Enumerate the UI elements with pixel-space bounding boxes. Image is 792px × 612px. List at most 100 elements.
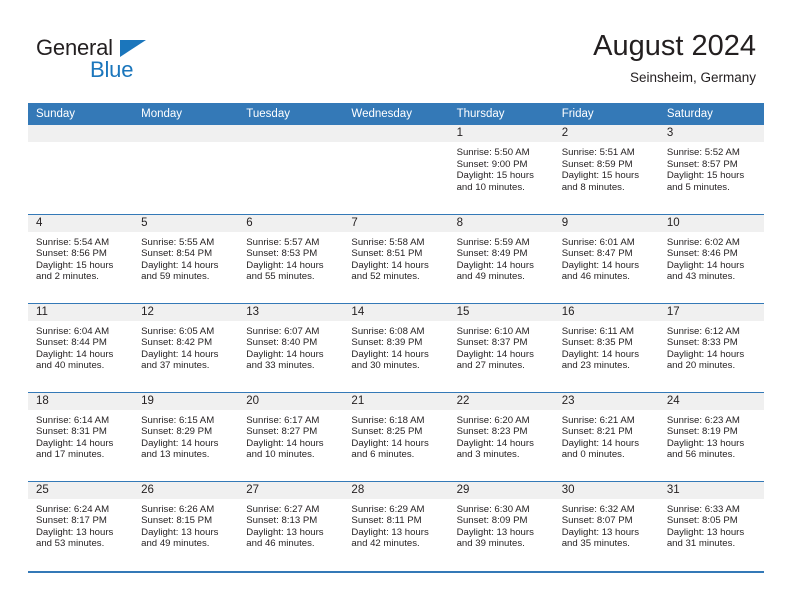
daylight-text-line1: Daylight: 13 hours: [141, 526, 219, 538]
day-cell[interactable]: 3 Sunrise: 5:52 AM Sunset: 8:57 PM Dayli…: [658, 125, 764, 214]
day-number: 23: [553, 392, 659, 410]
sunset-text: Sunset: 8:49 PM: [456, 248, 528, 260]
daylight-text-line2: and 56 minutes.: [666, 449, 736, 461]
day-cell[interactable]: 21 Sunrise: 6:18 AM Sunset: 8:25 PM Dayl…: [343, 391, 449, 481]
daylight-text-line1: Daylight: 14 hours: [351, 437, 429, 449]
daylight-text-line2: and 33 minutes.: [246, 360, 315, 372]
day-cell[interactable]: 9 Sunrise: 6:01 AM Sunset: 8:47 PM Dayli…: [553, 213, 659, 303]
weekday-header-tuesday: Tuesday: [238, 103, 344, 125]
day-cell[interactable]: 18 Sunrise: 6:14 AM Sunset: 8:31 PM Dayl…: [28, 391, 134, 481]
sunset-text: Sunset: 8:19 PM: [666, 426, 738, 438]
day-cell[interactable]: 30 Sunrise: 6:32 AM Sunset: 8:07 PM Dayl…: [553, 480, 659, 570]
sunrise-text: Sunrise: 6:15 AM: [141, 414, 215, 426]
sunset-text: Sunset: 8:21 PM: [561, 426, 633, 438]
day-number: 16: [553, 303, 659, 321]
day-cell[interactable]: 19 Sunrise: 6:15 AM Sunset: 8:29 PM Dayl…: [133, 391, 239, 481]
day-cell[interactable]: 13 Sunrise: 6:07 AM Sunset: 8:40 PM Dayl…: [238, 302, 344, 392]
day-cell[interactable]: 22 Sunrise: 6:20 AM Sunset: 8:23 PM Dayl…: [448, 391, 554, 481]
calendar-week-row: 4 Sunrise: 5:54 AM Sunset: 8:56 PM Dayli…: [28, 213, 764, 303]
day-cell[interactable]: 7 Sunrise: 5:58 AM Sunset: 8:51 PM Dayli…: [343, 213, 449, 303]
day-cell[interactable]: 26 Sunrise: 6:26 AM Sunset: 8:15 PM Dayl…: [133, 480, 239, 570]
day-cell[interactable]: 29 Sunrise: 6:30 AM Sunset: 8:09 PM Dayl…: [448, 480, 554, 570]
day-number: 29: [448, 481, 554, 499]
day-number: 25: [28, 481, 134, 499]
day-details: Sunrise: 6:14 AM Sunset: 8:31 PM Dayligh…: [28, 410, 133, 461]
weekday-header-thursday: Thursday: [448, 103, 554, 125]
day-cell[interactable]: 12 Sunrise: 6:05 AM Sunset: 8:42 PM Dayl…: [133, 302, 239, 392]
day-cell[interactable]: 17 Sunrise: 6:12 AM Sunset: 8:33 PM Dayl…: [658, 302, 764, 392]
general-blue-logo: General Blue: [36, 36, 176, 84]
sunset-text: Sunset: 8:51 PM: [351, 248, 423, 260]
daylight-text-line2: and 13 minutes.: [141, 449, 210, 461]
day-details: Sunrise: 6:15 AM Sunset: 8:29 PM Dayligh…: [133, 410, 238, 461]
day-details: Sunrise: 5:57 AM Sunset: 8:53 PM Dayligh…: [238, 232, 343, 283]
sunset-text: Sunset: 9:00 PM: [456, 158, 528, 170]
daylight-text-line1: Daylight: 15 hours: [36, 259, 114, 271]
sunrise-text: Sunrise: 6:29 AM: [351, 503, 425, 515]
day-cell[interactable]: 2 Sunrise: 5:51 AM Sunset: 8:59 PM Dayli…: [553, 125, 659, 214]
daylight-text-line1: Daylight: 14 hours: [36, 348, 114, 360]
day-details: Sunrise: 6:02 AM Sunset: 8:46 PM Dayligh…: [659, 232, 764, 283]
day-number: 6: [238, 214, 344, 232]
daylight-text-line2: and 49 minutes.: [456, 271, 525, 283]
weekday-header-sunday: Sunday: [28, 103, 134, 125]
day-cell[interactable]: 10 Sunrise: 6:02 AM Sunset: 8:46 PM Dayl…: [658, 213, 764, 303]
daylight-text-line2: and 40 minutes.: [36, 360, 105, 372]
day-number: 20: [238, 392, 344, 410]
day-cell[interactable]: 15 Sunrise: 6:10 AM Sunset: 8:37 PM Dayl…: [448, 302, 554, 392]
calendar-table: Sunday Monday Tuesday Wednesday Thursday…: [28, 103, 764, 570]
day-number: [238, 125, 344, 142]
day-number: 14: [343, 303, 449, 321]
sunrise-text: Sunrise: 6:33 AM: [666, 503, 740, 515]
day-cell[interactable]: 31 Sunrise: 6:33 AM Sunset: 8:05 PM Dayl…: [658, 480, 764, 570]
daylight-text-line1: Daylight: 14 hours: [141, 437, 219, 449]
sunrise-text: Sunrise: 6:11 AM: [561, 325, 635, 337]
daylight-text-line1: Daylight: 13 hours: [456, 526, 534, 538]
weekday-header-wednesday: Wednesday: [343, 103, 449, 125]
sunset-text: Sunset: 8:23 PM: [456, 426, 528, 438]
sunset-text: Sunset: 8:13 PM: [246, 515, 318, 527]
sunset-text: Sunset: 8:53 PM: [246, 248, 318, 260]
day-cell[interactable]: 27 Sunrise: 6:27 AM Sunset: 8:13 PM Dayl…: [238, 480, 344, 570]
daylight-text-line1: Daylight: 13 hours: [246, 526, 324, 538]
day-details: Sunrise: 6:18 AM Sunset: 8:25 PM Dayligh…: [343, 410, 448, 461]
day-cell[interactable]: 25 Sunrise: 6:24 AM Sunset: 8:17 PM Dayl…: [28, 480, 134, 570]
day-cell[interactable]: 23 Sunrise: 6:21 AM Sunset: 8:21 PM Dayl…: [553, 391, 659, 481]
day-number: 13: [238, 303, 344, 321]
day-cell[interactable]: 28 Sunrise: 6:29 AM Sunset: 8:11 PM Dayl…: [343, 480, 449, 570]
page-subtitle: Seinsheim, Germany: [629, 70, 756, 85]
sunset-text: Sunset: 8:31 PM: [36, 426, 107, 438]
day-cell[interactable]: 1 Sunrise: 5:50 AM Sunset: 9:00 PM Dayli…: [448, 125, 554, 214]
day-number: 1: [448, 125, 554, 142]
sunrise-text: Sunrise: 6:27 AM: [246, 503, 320, 515]
day-details: Sunrise: 6:30 AM Sunset: 8:09 PM Dayligh…: [449, 499, 554, 550]
day-details: Sunrise: 6:27 AM Sunset: 8:13 PM Dayligh…: [238, 499, 343, 550]
daylight-text-line1: Daylight: 15 hours: [666, 170, 745, 182]
daylight-text-line1: Daylight: 13 hours: [666, 526, 745, 538]
day-number: [133, 125, 239, 142]
daylight-text-line1: Daylight: 13 hours: [351, 526, 429, 538]
day-cell[interactable]: 24 Sunrise: 6:23 AM Sunset: 8:19 PM Dayl…: [658, 391, 764, 481]
calendar-body: 1 Sunrise: 5:50 AM Sunset: 9:00 PM Dayli…: [28, 125, 764, 570]
day-cell[interactable]: 4 Sunrise: 5:54 AM Sunset: 8:56 PM Dayli…: [28, 213, 134, 303]
day-cell[interactable]: 14 Sunrise: 6:08 AM Sunset: 8:39 PM Dayl…: [343, 302, 449, 392]
day-number: 5: [133, 214, 239, 232]
day-cell-empty: [133, 125, 239, 214]
day-cell[interactable]: 8 Sunrise: 5:59 AM Sunset: 8:49 PM Dayli…: [448, 213, 554, 303]
day-details: Sunrise: 6:23 AM Sunset: 8:19 PM Dayligh…: [659, 410, 764, 461]
sunset-text: Sunset: 8:07 PM: [561, 515, 633, 527]
day-number: 30: [553, 481, 659, 499]
sunrise-text: Sunrise: 6:18 AM: [351, 414, 425, 426]
sunrise-text: Sunrise: 6:32 AM: [561, 503, 635, 515]
day-cell[interactable]: 20 Sunrise: 6:17 AM Sunset: 8:27 PM Dayl…: [238, 391, 344, 481]
day-cell[interactable]: 16 Sunrise: 6:11 AM Sunset: 8:35 PM Dayl…: [553, 302, 659, 392]
day-details: Sunrise: 5:58 AM Sunset: 8:51 PM Dayligh…: [343, 232, 448, 283]
day-cell[interactable]: 6 Sunrise: 5:57 AM Sunset: 8:53 PM Dayli…: [238, 213, 344, 303]
weekday-header-monday: Monday: [133, 103, 239, 125]
day-cell[interactable]: 11 Sunrise: 6:04 AM Sunset: 8:44 PM Dayl…: [28, 302, 134, 392]
day-number: 17: [658, 303, 764, 321]
day-cell[interactable]: 5 Sunrise: 5:55 AM Sunset: 8:54 PM Dayli…: [133, 213, 239, 303]
sunrise-text: Sunrise: 5:50 AM: [456, 147, 530, 158]
daylight-text-line1: Daylight: 15 hours: [456, 170, 534, 182]
day-details: Sunrise: 6:24 AM Sunset: 8:17 PM Dayligh…: [28, 499, 133, 550]
